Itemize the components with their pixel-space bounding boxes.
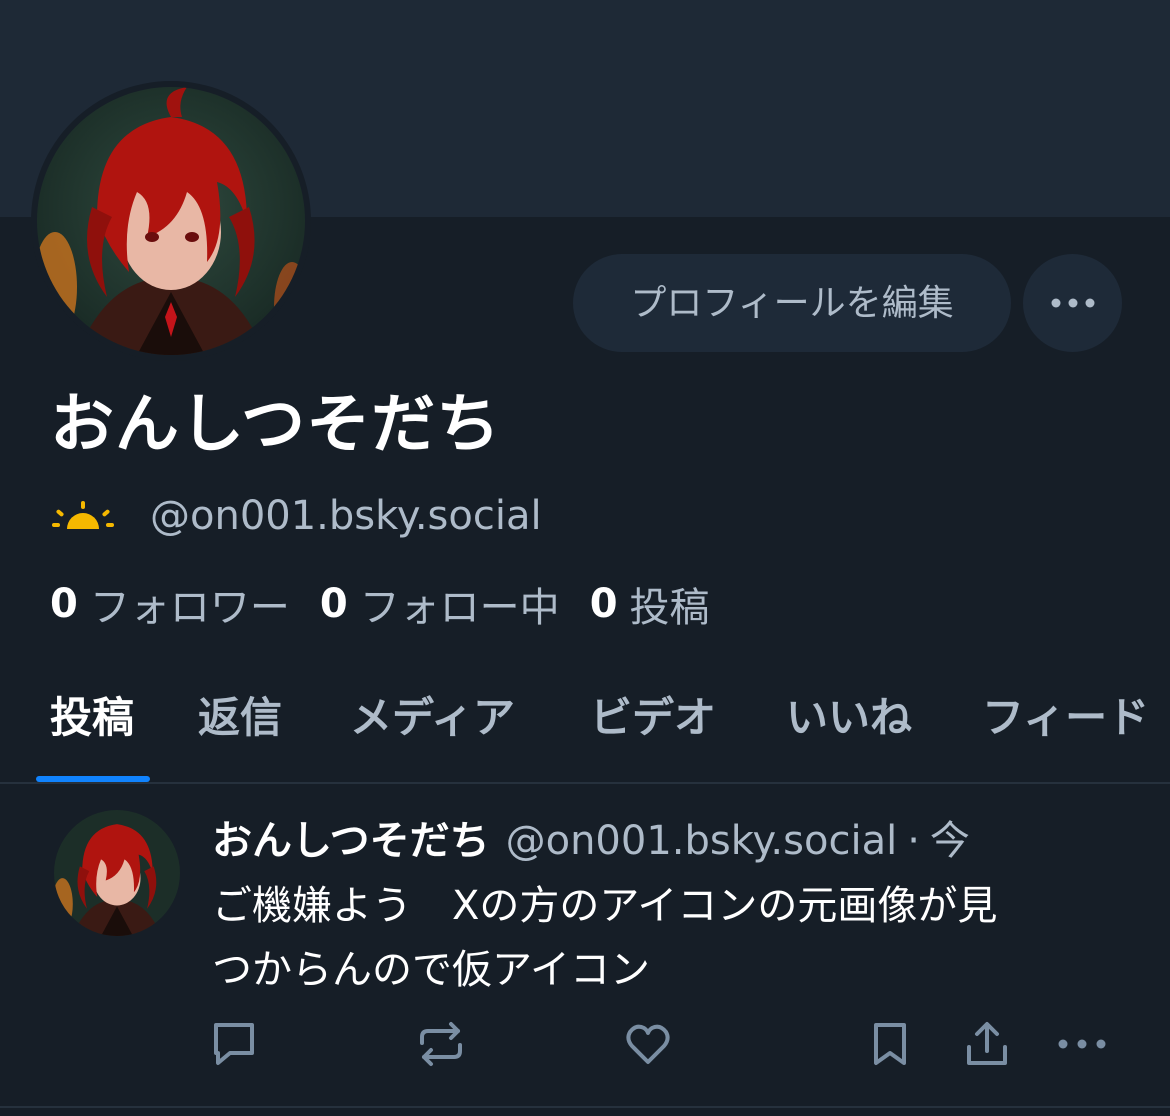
tabs-divider — [0, 782, 1170, 784]
handle-row: @on001.bsky.social — [52, 492, 542, 540]
profile-tabs: 投稿 返信 メディア ビデオ いいね フィード — [0, 672, 1170, 782]
tab-posts[interactable]: 投稿 — [50, 684, 134, 745]
tab-likes[interactable]: いいね — [786, 684, 912, 745]
profile-more-button[interactable] — [1023, 254, 1122, 352]
following-label: フォロー中 — [359, 585, 560, 631]
profile-avatar[interactable] — [31, 81, 311, 361]
following-count: 0 — [319, 581, 348, 627]
post-author-name[interactable]: おんしつそだち — [212, 808, 490, 866]
tab-media[interactable]: メディア — [350, 684, 515, 745]
posts-count: 0 — [589, 581, 618, 627]
more-icon — [1058, 1039, 1106, 1049]
followers-label: フォロワー — [89, 585, 290, 631]
tab-videos[interactable]: ビデオ — [590, 684, 716, 745]
post-author-handle[interactable]: @on001.bsky.social — [506, 818, 898, 864]
bookmark-button[interactable] — [864, 1018, 916, 1070]
posts-stat: 0 投稿 — [590, 575, 710, 633]
repost-icon — [420, 1022, 462, 1066]
share-icon — [967, 1022, 1007, 1065]
tab-feeds[interactable]: フィード — [982, 684, 1149, 745]
profile-handle: @on001.bsky.social — [150, 493, 542, 539]
reply-icon — [214, 1023, 254, 1065]
post-more-button[interactable] — [1056, 1018, 1108, 1070]
followers-count: 0 — [50, 581, 78, 627]
post-timestamp: 今 — [929, 818, 970, 864]
repost-button[interactable] — [415, 1018, 467, 1070]
edit-profile-button[interactable]: プロフィールを編集 — [573, 254, 1011, 352]
avatar-image — [37, 87, 305, 355]
display-name: おんしつそだち — [50, 388, 502, 462]
post-text: ご機嫌よう Xの方のアイコンの元画像が見 つからんので仮アイコン — [212, 883, 998, 993]
post-avatar-image — [54, 810, 180, 936]
post-author-avatar[interactable] — [54, 810, 180, 936]
post-divider — [0, 1106, 1170, 1108]
following-stat[interactable]: 0 フォロー中 — [320, 575, 560, 633]
tab-replies[interactable]: 返信 — [198, 684, 282, 745]
posts-label: 投稿 — [629, 585, 710, 631]
more-icon — [1051, 298, 1094, 308]
bookmark-icon — [874, 1023, 906, 1065]
followers-stat[interactable]: 0 フォロワー — [50, 575, 290, 633]
post-header: おんしつそだち @on001.bsky.social · 今 — [212, 808, 970, 866]
sun-icon — [52, 501, 114, 529]
reply-button[interactable] — [208, 1018, 260, 1070]
like-icon — [626, 1024, 670, 1064]
profile-stats: 0 フォロワー 0 フォロー中 0 投稿 — [50, 575, 740, 633]
share-button[interactable] — [961, 1018, 1013, 1070]
post-separator: · — [907, 818, 920, 864]
like-button[interactable] — [622, 1018, 674, 1070]
